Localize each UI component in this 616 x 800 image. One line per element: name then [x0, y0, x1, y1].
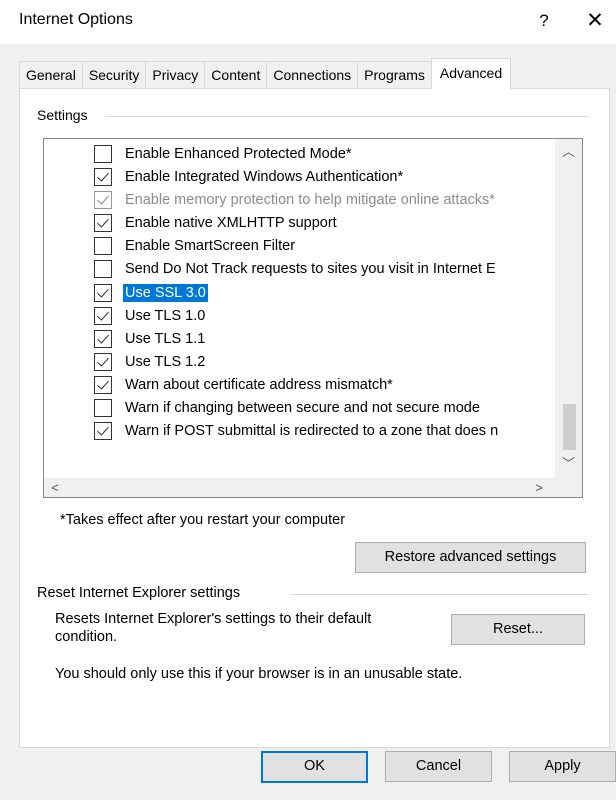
setting-label: Use TLS 1.0 — [125, 307, 206, 324]
checkbox[interactable] — [94, 329, 112, 348]
list-item[interactable]: Enable memory protection to help mitigat… — [94, 188, 497, 211]
help-button[interactable]: ? — [532, 6, 556, 36]
reset-group-label: Reset Internet Explorer settings — [37, 585, 241, 601]
checkbox[interactable] — [94, 213, 112, 232]
list-item[interactable]: Warn if changing between secure and not … — [94, 396, 482, 419]
scroll-right-arrow-icon[interactable]: > — [528, 478, 550, 497]
list-item[interactable]: Enable native XMLHTTP support — [94, 211, 339, 234]
settings-group-divider — [105, 116, 589, 117]
setting-label: Use SSL 3.0 — [123, 283, 208, 302]
setting-label: Warn about certificate address mismatch* — [125, 376, 393, 393]
list-item[interactable]: Use TLS 1.1 — [94, 327, 207, 350]
tab-connections[interactable]: Connections — [266, 61, 359, 89]
list-item[interactable]: Enable Integrated Windows Authentication… — [94, 165, 405, 188]
restart-note: *Takes effect after you restart your com… — [60, 512, 346, 528]
setting-label: Send Do Not Track requests to sites you … — [125, 260, 496, 277]
title-bar: Internet Options ? ✕ — [0, 0, 616, 44]
setting-label: Enable memory protection to help mitigat… — [125, 191, 495, 208]
reset-description-line-1: Resets Internet Explorer's settings to t… — [55, 611, 372, 627]
vertical-scroll-thumb[interactable] — [563, 404, 576, 450]
checkbox[interactable] — [94, 167, 112, 186]
close-button[interactable]: ✕ — [582, 6, 608, 36]
list-item[interactable]: Warn about certificate address mismatch* — [94, 373, 395, 396]
setting-label: Enable SmartScreen Filter — [125, 237, 296, 254]
checkbox[interactable] — [94, 421, 112, 440]
tab-strip: General Security Privacy Content Connect… — [19, 58, 512, 89]
scroll-left-arrow-icon[interactable]: < — [44, 478, 66, 497]
tab-content[interactable]: Content — [204, 61, 268, 89]
settings-group-label: Settings — [37, 107, 96, 123]
setting-label: Enable Enhanced Protected Mode* — [125, 145, 352, 162]
list-item[interactable]: Use SSL 3.0 — [94, 281, 208, 304]
checkbox[interactable] — [94, 375, 112, 394]
settings-list: Enable Enhanced Protected Mode* Enable I… — [44, 139, 555, 478]
reset-warning: You should only use this if your browser… — [55, 666, 463, 682]
reset-description-line-2: condition. — [55, 629, 118, 645]
list-item[interactable]: Warn if POST submittal is redirected to … — [94, 419, 500, 442]
scroll-up-arrow-icon[interactable]: ︿ — [555, 139, 582, 164]
restore-advanced-settings-button[interactable]: Restore advanced settings — [355, 542, 586, 573]
setting-label: Use TLS 1.2 — [125, 353, 206, 370]
setting-label: Warn if POST submittal is redirected to … — [125, 422, 499, 439]
apply-button[interactable]: Apply — [509, 751, 616, 782]
checkbox[interactable] — [94, 352, 112, 371]
list-item[interactable]: Enable Enhanced Protected Mode* — [94, 142, 354, 165]
setting-label: Enable native XMLHTTP support — [125, 214, 337, 231]
setting-label: Enable Integrated Windows Authentication… — [125, 168, 404, 185]
vertical-scrollbar[interactable]: ︿ ﹀ — [555, 139, 582, 478]
checkbox[interactable] — [94, 306, 112, 325]
tab-privacy[interactable]: Privacy — [145, 61, 206, 89]
window-title: Internet Options — [19, 11, 133, 28]
horizontal-scrollbar[interactable]: < > — [44, 478, 555, 497]
reset-group-divider — [290, 594, 589, 595]
tab-programs[interactable]: Programs — [357, 61, 432, 89]
checkbox[interactable] — [94, 259, 112, 278]
checkbox[interactable] — [94, 398, 112, 417]
reset-button[interactable]: Reset... — [451, 614, 585, 645]
scrollbar-corner — [555, 478, 582, 497]
ok-button[interactable]: OK — [261, 751, 368, 783]
list-item[interactable]: Use TLS 1.2 — [94, 350, 207, 373]
scroll-down-arrow-icon[interactable]: ﹀ — [555, 451, 582, 476]
cancel-button[interactable]: Cancel — [385, 751, 492, 782]
checkbox[interactable] — [94, 144, 112, 163]
checkbox[interactable] — [94, 236, 112, 255]
dialog-client-area: General Security Privacy Content Connect… — [0, 44, 616, 800]
tab-advanced[interactable]: Advanced — [430, 58, 512, 89]
checkbox[interactable] — [94, 283, 112, 302]
tab-general[interactable]: General — [19, 61, 83, 89]
tab-security[interactable]: Security — [81, 61, 147, 89]
setting-label: Warn if changing between secure and not … — [125, 399, 480, 416]
checkbox[interactable] — [94, 190, 112, 209]
setting-label: Use TLS 1.1 — [125, 330, 206, 347]
list-item[interactable]: Use TLS 1.0 — [94, 304, 207, 327]
settings-list-box[interactable]: Enable Enhanced Protected Mode* Enable I… — [43, 138, 583, 498]
list-item[interactable]: Send Do Not Track requests to sites you … — [94, 257, 498, 280]
list-item[interactable]: Enable SmartScreen Filter — [94, 234, 297, 257]
